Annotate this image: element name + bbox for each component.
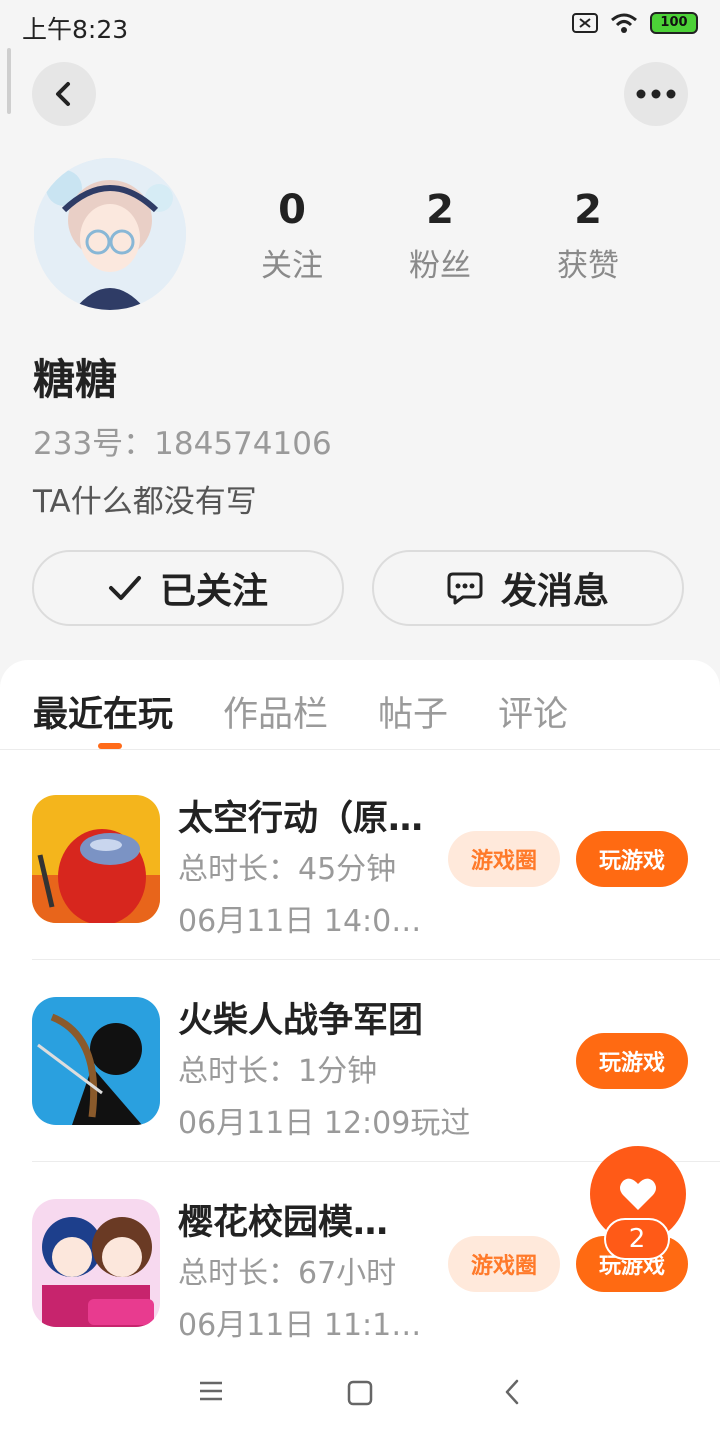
battery-indicator: 100 xyxy=(650,12,698,34)
profile-id: 233号：184574106 xyxy=(33,426,332,462)
stat-following-label: 关注 xyxy=(261,248,323,284)
game-icon-stickman-war xyxy=(32,997,160,1125)
game-title: 樱花校园模… xyxy=(178,1203,389,1243)
message-button-label: 发消息 xyxy=(500,571,609,612)
stat-followers[interactable]: 2 粉丝 xyxy=(380,188,500,285)
menu-icon[interactable] xyxy=(198,1380,224,1402)
more-button[interactable] xyxy=(624,62,688,126)
game-icon-sakura-school xyxy=(32,1199,160,1327)
like-count-badge: 2 xyxy=(604,1218,670,1260)
tabs-divider xyxy=(0,749,720,750)
message-button[interactable]: 发消息 xyxy=(372,550,684,626)
wifi-icon xyxy=(611,13,637,33)
game-circle-button[interactable]: 游戏圈 xyxy=(448,1236,560,1292)
home-icon[interactable] xyxy=(347,1380,373,1406)
more-icon xyxy=(636,89,676,99)
stat-followers-value: 2 xyxy=(426,187,454,233)
play-game-button[interactable]: 玩游戏 xyxy=(576,1033,688,1089)
tab-comments[interactable]: 评论 xyxy=(498,686,568,737)
game-icon-space-action xyxy=(32,795,160,923)
profile-bio: TA什么都没有写 xyxy=(33,484,257,520)
game-title: 太空行动（原… xyxy=(178,799,424,839)
back-nav-icon[interactable] xyxy=(502,1378,522,1406)
play-game-button[interactable]: 玩游戏 xyxy=(576,831,688,887)
stat-likes-value: 2 xyxy=(574,187,602,233)
stat-followers-label: 粉丝 xyxy=(409,248,471,284)
follow-button-label: 已关注 xyxy=(159,571,268,612)
game-duration: 总时长：67小时 xyxy=(178,1256,397,1291)
game-row[interactable]: 火柴人战争军团 总时长：1分钟 06月11日 12:09玩过 玩游戏 xyxy=(0,962,720,1162)
game-last-played: 06月11日 11:1… xyxy=(178,1308,422,1343)
back-button[interactable] xyxy=(32,62,96,126)
tab-works[interactable]: 作品栏 xyxy=(223,686,328,737)
status-icons: 100 xyxy=(572,12,698,34)
game-row[interactable]: 太空行动（原… 总时长：45分钟 06月11日 14:0… 游戏圈 玩游戏 xyxy=(0,760,720,960)
game-title: 火柴人战争军团 xyxy=(178,1001,424,1041)
tab-bar: 最近在玩 作品栏 帖子 评论 xyxy=(33,686,568,737)
scroll-indicator xyxy=(7,48,11,114)
chat-bubble-icon xyxy=(447,572,483,605)
avatar[interactable] xyxy=(34,158,186,310)
game-circle-button[interactable]: 游戏圈 xyxy=(448,831,560,887)
stat-following[interactable]: 0 关注 xyxy=(232,188,352,285)
system-nav-bar xyxy=(0,1344,720,1440)
game-last-played: 06月11日 14:0… xyxy=(178,904,422,939)
heart-icon xyxy=(620,1178,656,1210)
check-icon xyxy=(108,576,141,600)
stat-likes-label: 获赞 xyxy=(557,248,619,284)
stat-following-value: 0 xyxy=(278,187,306,233)
tab-recently-played[interactable]: 最近在玩 xyxy=(33,686,173,737)
stat-likes[interactable]: 2 获赞 xyxy=(528,188,648,285)
tab-posts[interactable]: 帖子 xyxy=(378,686,448,737)
no-sim-icon xyxy=(572,13,598,33)
follow-button[interactable]: 已关注 xyxy=(32,550,344,626)
game-duration: 总时长：45分钟 xyxy=(178,852,397,887)
game-last-played: 06月11日 12:09玩过 xyxy=(178,1106,471,1141)
row-divider xyxy=(32,959,720,960)
game-duration: 总时长：1分钟 xyxy=(178,1054,378,1089)
chevron-left-icon xyxy=(56,82,70,106)
profile-name: 糖糖 xyxy=(33,355,118,404)
status-time: 上午8:23 xyxy=(22,15,129,44)
